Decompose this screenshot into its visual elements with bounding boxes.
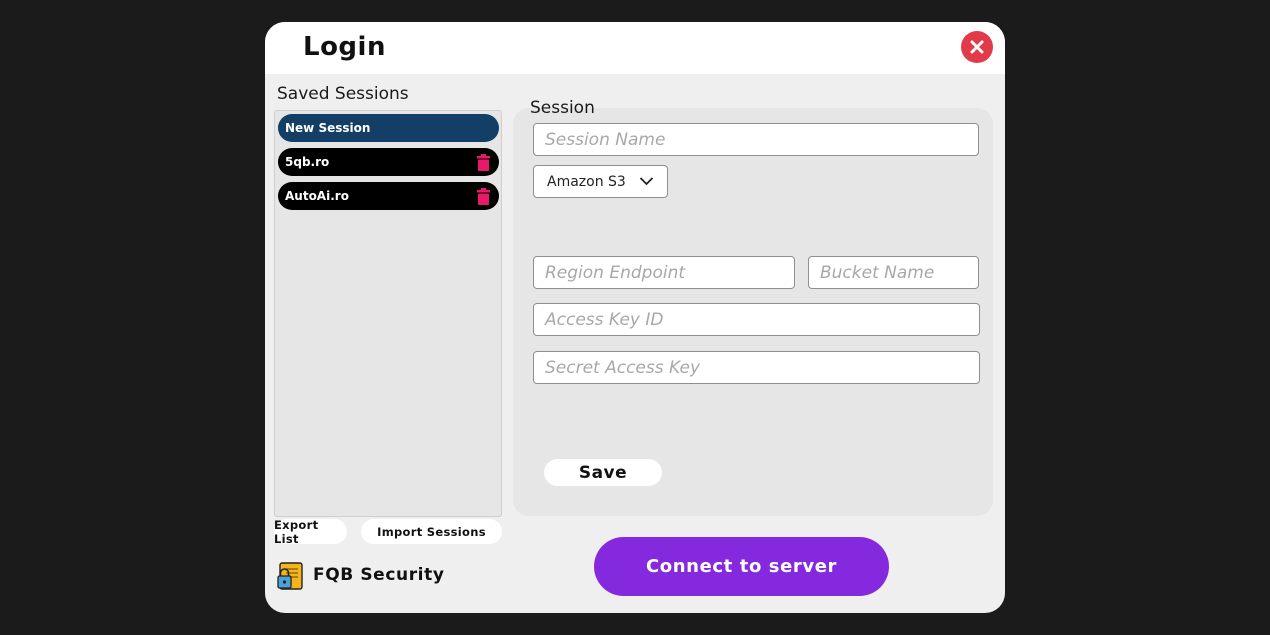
secret-key-input[interactable]: Secret Access Key [533,351,980,384]
trash-icon[interactable] [477,154,490,171]
session-item-label: New Session [285,121,371,135]
dialog-title: Login [303,32,386,62]
provider-selected-label: Amazon S3 [547,173,626,190]
session-item-autoai[interactable]: AutoAi.ro [278,182,499,210]
bucket-name-input[interactable]: Bucket Name [808,256,979,289]
access-key-input[interactable]: Access Key ID [533,303,980,336]
close-icon [970,40,984,54]
chevron-down-icon [639,177,654,186]
connect-button[interactable]: Connect to server [594,537,889,596]
lock-logo-icon [277,562,303,590]
provider-select[interactable]: Amazon S3 [533,165,668,198]
session-item-label: AutoAi.ro [285,189,349,203]
import-sessions-button[interactable]: Import Sessions [361,519,502,544]
trash-icon[interactable] [477,188,490,205]
login-dialog: Login Saved Sessions New Session 5qb.ro … [265,22,1005,613]
save-button[interactable]: Save [544,459,662,486]
brand-name: FQB Security [313,565,445,585]
session-section-label: Session [530,98,595,118]
session-item-new[interactable]: New Session [278,114,499,142]
session-item-5qb[interactable]: 5qb.ro [278,148,499,176]
saved-sessions-title: Saved Sessions [277,84,409,104]
dialog-header: Login [265,22,1005,74]
session-list: New Session 5qb.ro AutoAi.ro [274,110,502,517]
region-endpoint-input[interactable]: Region Endpoint [533,256,795,289]
session-item-label: 5qb.ro [285,155,330,169]
session-name-input[interactable]: Session Name [533,123,979,156]
close-button[interactable] [961,31,993,63]
export-list-button[interactable]: Export List [274,518,347,546]
